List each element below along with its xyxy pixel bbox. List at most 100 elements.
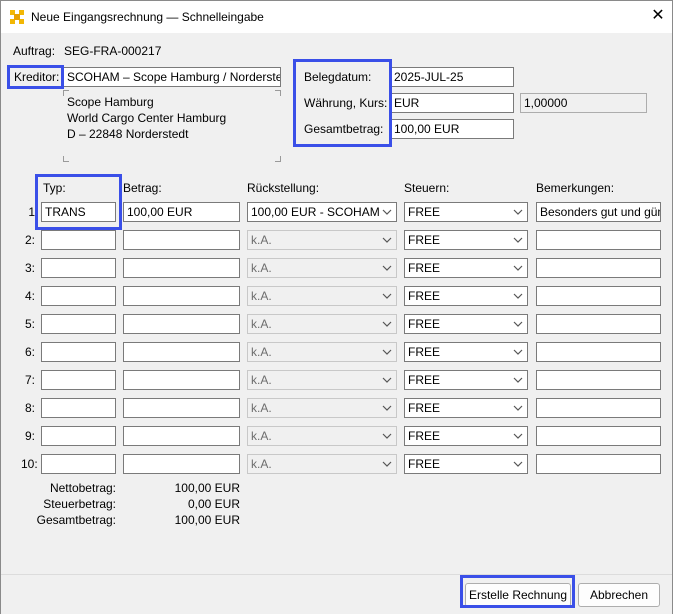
- rueckstellung-select: k.A.: [247, 342, 397, 362]
- address-corner: [63, 156, 69, 162]
- steuern-value: FREE: [408, 233, 441, 247]
- header-rueckstellung: Rückstellung:: [247, 181, 320, 195]
- betrag-input[interactable]: [123, 286, 240, 306]
- bemerkung-input[interactable]: [536, 370, 661, 390]
- steuern-select[interactable]: FREE: [404, 230, 528, 250]
- betrag-value: 100,00 EUR: [127, 205, 193, 219]
- header-steuern: Steuern:: [404, 181, 450, 195]
- rueckstellung-select: k.A.: [247, 370, 397, 390]
- bemerkung-input[interactable]: [536, 286, 661, 306]
- steuern-value: FREE: [408, 205, 441, 219]
- typ-input[interactable]: [41, 258, 116, 278]
- netto-value: 100,00 EUR: [174, 481, 240, 495]
- rueckstellung-select: k.A.: [247, 258, 397, 278]
- bemerkung-input[interactable]: [536, 426, 661, 446]
- steuern-select[interactable]: FREE: [404, 286, 528, 306]
- rueckstellung-value: k.A.: [251, 401, 272, 415]
- row-number: 3:: [24, 261, 35, 275]
- typ-input[interactable]: [41, 370, 116, 390]
- header-betrag: Betrag:: [123, 181, 162, 195]
- betrag-input[interactable]: [123, 258, 240, 278]
- address-line: World Cargo Center Hamburg: [67, 111, 227, 125]
- rueckstellung-select: k.A.: [247, 286, 397, 306]
- rueckstellung-select: k.A.: [247, 230, 397, 250]
- steuern-select[interactable]: FREE: [404, 454, 528, 474]
- kreditor-value: SCOHAM – Scope Hamburg / Norderstedt: [67, 70, 281, 84]
- steuern-select[interactable]: FREE: [404, 342, 528, 362]
- typ-input[interactable]: [41, 230, 116, 250]
- rueckstellung-value: k.A.: [251, 233, 272, 247]
- bemerkung-input[interactable]: [536, 230, 661, 250]
- steuern-value: FREE: [408, 457, 441, 471]
- highlight-beleg-block: [293, 59, 392, 147]
- rueckstellung-value: k.A.: [251, 429, 272, 443]
- steuern-select[interactable]: FREE: [404, 202, 528, 222]
- gesamt-label: Gesamtbetrag:: [36, 513, 116, 527]
- kreditor-field[interactable]: SCOHAM – Scope Hamburg / Norderstedt: [63, 67, 281, 87]
- typ-input[interactable]: [41, 398, 116, 418]
- bemerkung-input[interactable]: [536, 454, 661, 474]
- bemerkung-value: Besonders gut und günstig: [540, 205, 660, 219]
- steuer-value: 0,00 EUR: [187, 497, 240, 511]
- betrag-input[interactable]: [123, 398, 240, 418]
- betrag-input[interactable]: 100,00 EUR: [123, 202, 240, 222]
- row-number: 1: [28, 205, 35, 219]
- rueckstellung-value: k.A.: [251, 373, 272, 387]
- typ-input[interactable]: [41, 342, 116, 362]
- row-number: 10:: [21, 457, 38, 471]
- app-icon: [10, 10, 24, 24]
- address-corner: [275, 156, 281, 162]
- rueckstellung-value: k.A.: [251, 345, 272, 359]
- steuern-select[interactable]: FREE: [404, 398, 528, 418]
- typ-input[interactable]: [41, 426, 116, 446]
- waehrung-field[interactable]: EUR: [390, 93, 514, 113]
- betrag-input[interactable]: [123, 454, 240, 474]
- betrag-input[interactable]: [123, 426, 240, 446]
- rueckstellung-select: k.A.: [247, 398, 397, 418]
- rueckstellung-select: k.A.: [247, 426, 397, 446]
- gesamtbetrag-field[interactable]: 100,00 EUR: [390, 119, 514, 139]
- steuern-value: FREE: [408, 261, 441, 275]
- typ-input[interactable]: [41, 454, 116, 474]
- betrag-input[interactable]: [123, 370, 240, 390]
- rueckstellung-select[interactable]: 100,00 EUR - SCOHAM: [247, 202, 397, 222]
- typ-input[interactable]: [41, 314, 116, 334]
- steuern-value: FREE: [408, 373, 441, 387]
- rueckstellung-value: k.A.: [251, 457, 272, 471]
- rueckstellung-value: k.A.: [251, 261, 272, 275]
- window-title: Neue Eingangsrechnung — Schnelleingabe: [31, 10, 264, 24]
- row-number: 2:: [24, 233, 35, 247]
- close-icon[interactable]: ✕: [647, 5, 669, 27]
- cancel-button[interactable]: Abbrechen: [578, 583, 660, 607]
- steuern-select[interactable]: FREE: [404, 370, 528, 390]
- bemerkung-input[interactable]: Besonders gut und günstig: [536, 202, 661, 222]
- steuern-value: FREE: [408, 317, 441, 331]
- belegdatum-field[interactable]: 2025-JUL-25: [390, 67, 514, 87]
- steuern-value: FREE: [408, 429, 441, 443]
- steuern-select[interactable]: FREE: [404, 314, 528, 334]
- rueckstellung-select: k.A.: [247, 314, 397, 334]
- address-line: Scope Hamburg: [67, 95, 154, 109]
- betrag-input[interactable]: [123, 230, 240, 250]
- typ-input[interactable]: [41, 286, 116, 306]
- bemerkung-input[interactable]: [536, 342, 661, 362]
- steuern-select[interactable]: FREE: [404, 258, 528, 278]
- title-bar: Neue Eingangsrechnung — Schnelleingabe ✕: [1, 1, 672, 33]
- highlight-kreditor: [7, 65, 64, 89]
- betrag-input[interactable]: [123, 342, 240, 362]
- betrag-input[interactable]: [123, 314, 240, 334]
- netto-label: Nettobetrag:: [49, 481, 116, 495]
- steuern-select[interactable]: FREE: [404, 426, 528, 446]
- auftrag-value: SEG-FRA-000217: [64, 44, 162, 58]
- gesamt-value: 100,00 EUR: [174, 513, 240, 527]
- bemerkung-input[interactable]: [536, 314, 661, 334]
- bemerkung-input[interactable]: [536, 258, 661, 278]
- rueckstellung-value: k.A.: [251, 317, 272, 331]
- row-number: 6:: [24, 345, 35, 359]
- address-box: Scope Hamburg World Cargo Center Hamburg…: [63, 90, 281, 162]
- header-bemerkungen: Bemerkungen:: [536, 181, 615, 195]
- row-number: 9:: [24, 429, 35, 443]
- auftrag-label: Auftrag:: [13, 44, 56, 58]
- bemerkung-input[interactable]: [536, 398, 661, 418]
- steuern-value: FREE: [408, 401, 441, 415]
